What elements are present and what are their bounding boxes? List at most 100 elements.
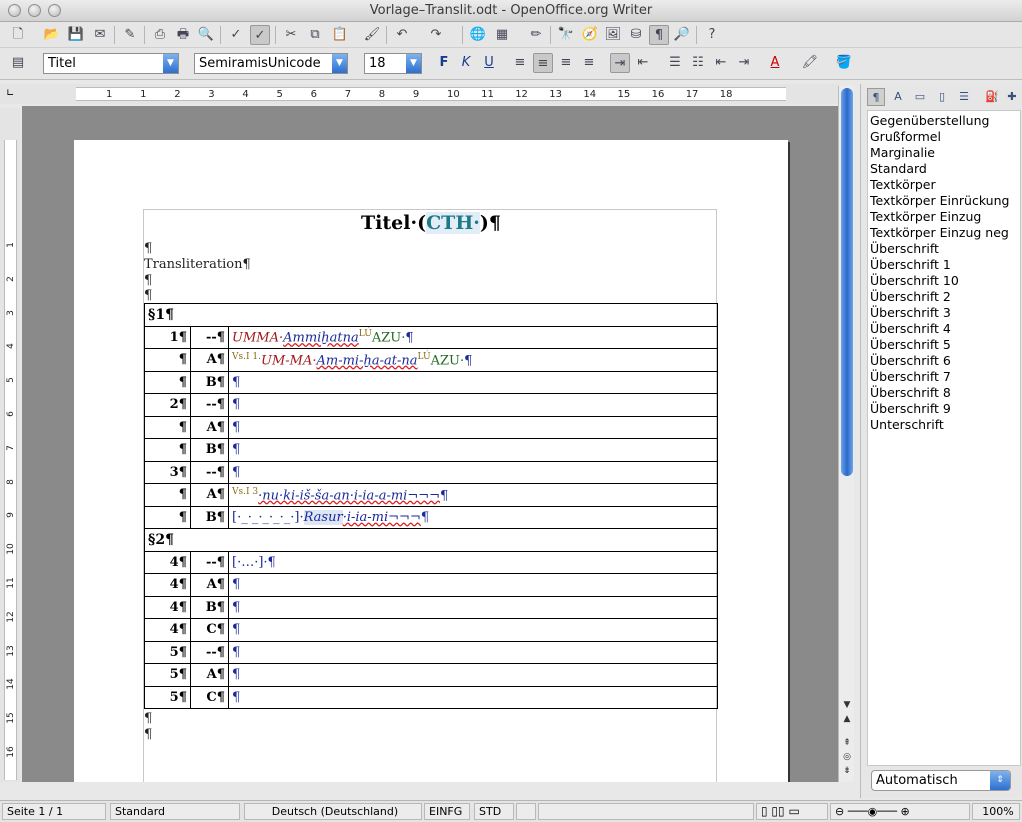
version-cell[interactable]: A¶ [190,415,229,439]
list-styles-icon[interactable]: ☰ [955,88,973,106]
style-list-item[interactable]: Überschrift 2 [870,289,1020,305]
style-list[interactable]: Gegenüberstellung Grußformel Marginalie Sta… [867,110,1021,766]
previous-page-icon[interactable]: ⇞ [840,738,854,750]
style-list-item[interactable]: Textkörper Einrückung [870,193,1020,209]
version-cell[interactable]: --¶ [190,393,229,417]
table-row[interactable]: 2¶ --¶ ¶ [144,393,718,417]
decrease-indent-icon[interactable]: ⇤ [711,53,731,73]
line-number-cell[interactable]: 4¶ [144,550,191,574]
line-number-cell[interactable]: ¶ [144,348,191,372]
style-list-item[interactable]: Grußformel [870,129,1020,145]
new-document-icon[interactable]: 🗋 [8,25,28,45]
line-number-cell[interactable]: 5¶ [144,685,191,709]
line-number-cell[interactable]: ¶ [144,505,191,529]
version-cell[interactable]: C¶ [190,685,229,709]
redo-icon[interactable]: ↷ [426,25,446,45]
line-number-cell[interactable]: ¶ [144,415,191,439]
table-row[interactable]: 4¶ A¶ ¶ [144,573,718,597]
print-icon[interactable]: 🖶 [173,25,193,45]
version-cell[interactable]: --¶ [190,325,229,349]
transliteration-cell[interactable]: [·_·_·_·_·_·]·Rasur·i-ia-mi¬¬¬¶ [228,505,718,529]
transliteration-cell[interactable]: ¶ [228,460,718,484]
vertical-ruler[interactable]: 1 2 3 4 5 6 7 8 9 10 11 12 13 14 15 16 [0,108,20,782]
version-cell[interactable]: A¶ [190,573,229,597]
insert-mode-indicator[interactable]: EINFG [424,803,470,820]
fill-format-icon[interactable]: ⛽ [983,88,1001,106]
transliteration-cell[interactable]: ¶ [228,415,718,439]
empty-paragraph[interactable]: ¶ [144,288,152,303]
language-indicator[interactable]: Deutsch (Deutschland) [244,803,422,820]
table-icon[interactable]: ▦ [492,25,512,45]
gallery-icon[interactable]: 🖼 [603,25,623,45]
style-list-item[interactable]: Standard [870,161,1020,177]
style-list-item[interactable]: Überschrift 5 [870,337,1020,353]
background-color-icon[interactable]: 🪣 [834,53,854,73]
version-cell[interactable]: A¶ [190,483,229,507]
zoom-icon[interactable]: 🔎 [672,25,692,45]
line-number-cell[interactable]: 5¶ [144,640,191,664]
underline-button[interactable]: U [479,53,499,73]
line-number-cell[interactable]: ¶ [144,370,191,394]
page-indicator[interactable]: Seite 1 / 1 [2,803,106,820]
edit-mode-icon[interactable]: ✎ [120,25,140,45]
table-row[interactable]: ¶ B¶ ¶ [144,370,718,394]
auto-spellcheck-icon[interactable]: ✓ [250,25,270,45]
ltr-direction-icon[interactable]: ⇥ [610,53,630,73]
style-list-item[interactable]: Gegenüberstellung [870,113,1020,129]
horizontal-ruler[interactable]: ∟ 1 1 2 3 4 5 6 7 8 9 10 11 12 13 14 15 16 17 18 [0,84,840,104]
style-filter-select[interactable]: Automatisch ⇕ [871,770,1011,791]
line-number-cell[interactable]: ¶ [144,483,191,507]
transliteration-cell[interactable]: ¶ [228,595,718,619]
page-styles-icon[interactable]: ▯ [933,88,951,106]
style-list-item[interactable]: Überschrift 4 [870,321,1020,337]
export-pdf-icon[interactable]: ⎙ [150,25,170,45]
transliteration-cell[interactable]: [·…·]·¶ [228,550,718,574]
selection-mode-indicator[interactable]: STD [474,803,514,820]
line-number-cell[interactable]: 4¶ [144,573,191,597]
vertical-scrollbar[interactable]: ▼ ▲ ⇞ ◎ ⇟ [838,86,854,782]
scroll-up-arrow-icon[interactable]: ▲ [840,714,854,726]
navigator-icon[interactable]: 🧭 [580,25,600,45]
bullets-icon[interactable]: ☷ [688,53,708,73]
font-color-icon[interactable]: A [765,53,785,73]
copy-icon[interactable]: ⧉ [305,25,325,45]
chevron-down-icon[interactable]: ▼ [406,54,421,73]
help-icon[interactable]: ? [702,25,722,45]
styles-formatting-icon[interactable]: ▤ [8,53,28,73]
table-row[interactable]: 5¶ C¶ ¶ [144,685,718,709]
chevron-down-icon[interactable]: ▼ [332,54,347,73]
style-list-item[interactable]: Textkörper Einzug [870,209,1020,225]
line-number-cell[interactable]: 2¶ [144,393,191,417]
increase-indent-icon[interactable]: ⇥ [734,53,754,73]
version-cell[interactable]: B¶ [190,595,229,619]
document-title[interactable]: Titel·(CTH·)¶ [144,212,718,234]
version-cell[interactable]: A¶ [190,348,229,372]
version-cell[interactable]: A¶ [190,663,229,687]
transliteration-cell[interactable]: ¶ [228,573,718,597]
table-row[interactable]: ¶ A¶ ¶ [144,415,718,439]
transliteration-label[interactable]: Transliteration¶ [144,257,251,272]
chevron-down-icon[interactable]: ▼ [163,54,178,73]
table-row[interactable]: 4¶ --¶ [·…·]·¶ [144,550,718,574]
style-list-item[interactable]: Überschrift 1 [870,257,1020,273]
style-list-item[interactable]: Überschrift 6 [870,353,1020,369]
empty-paragraph[interactable]: ¶ [144,727,152,742]
line-number-cell[interactable]: ¶ [144,438,191,462]
align-right-icon[interactable]: ≡ [556,53,576,73]
style-list-item[interactable]: Textkörper [870,177,1020,193]
find-replace-icon[interactable]: 🔭 [556,25,576,45]
table-row[interactable]: ¶ A¶ Vs.I 3·nu·ki-iš-ša-an·i-ia-a-mi¬¬¬¶ [144,483,718,507]
section-header-row[interactable]: §1¶ [144,303,718,327]
text-boundary[interactable]: Titel·(CTH·)¶ ¶ Transliteration¶ ¶ ¶ §1¶… [143,209,718,782]
character-styles-icon[interactable]: A [889,88,907,106]
style-list-item[interactable]: Überschrift 7 [870,369,1020,385]
style-list-item[interactable]: Überschrift [870,241,1020,257]
navigation-icon[interactable]: ◎ [840,752,854,764]
table-row[interactable]: 3¶ --¶ ¶ [144,460,718,484]
email-icon[interactable]: ✉ [90,25,110,45]
empty-paragraph[interactable]: ¶ [144,241,152,256]
transliteration-cell[interactable]: ¶ [228,438,718,462]
style-list-item[interactable]: Textkörper Einzug neg [870,225,1020,241]
version-cell[interactable]: B¶ [190,370,229,394]
style-list-item[interactable]: Überschrift 8 [870,385,1020,401]
